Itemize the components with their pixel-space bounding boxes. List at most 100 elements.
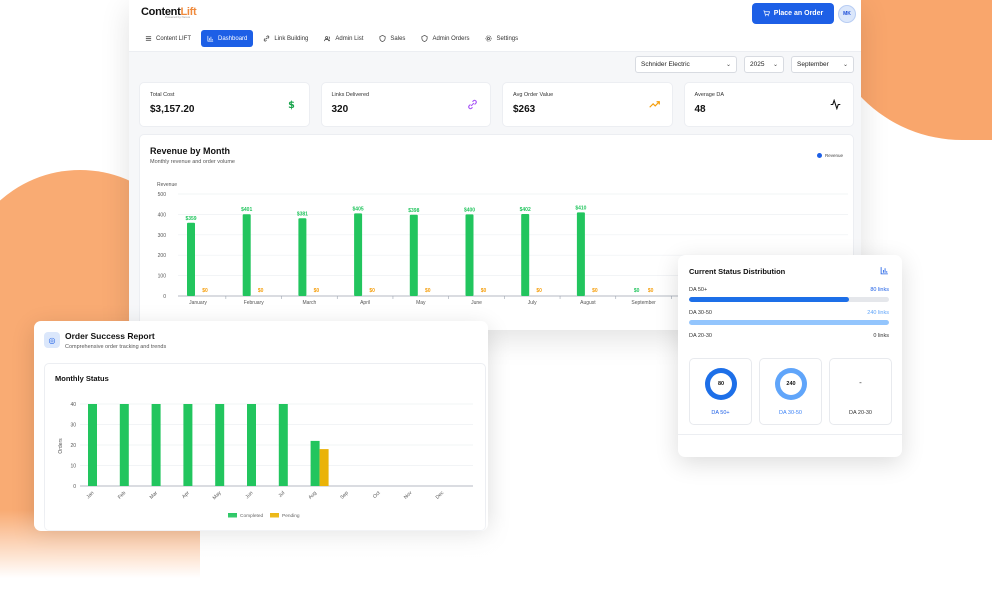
y-tick-label: 300 [158, 233, 167, 239]
stat-card-links-delivered: Links Delivered 320 [320, 82, 491, 127]
completed-bar [151, 404, 161, 486]
svg-text:$: $ [288, 100, 295, 110]
stat-value: 48 [694, 104, 706, 115]
nav-item-admin-orders[interactable]: Admin Orders [415, 30, 475, 47]
status-distribution-panel: Current Status Distribution DA 50+ 80 lin… [678, 255, 902, 457]
secondary-data-label: $0 [314, 288, 320, 294]
x-tick-label: Dec [435, 490, 446, 501]
revenue-data-label: $402 [520, 207, 531, 213]
y-axis-label: Revenue [157, 182, 177, 188]
secondary-data-label: $0 [481, 288, 487, 294]
stat-label: Links Delivered [331, 92, 370, 98]
donut-card-da-30-50[interactable]: 240 DA 30-50 [759, 358, 822, 425]
revenue-bar [409, 214, 418, 296]
revenue-data-label: $359 [185, 216, 196, 222]
donut-label: DA 50+ [711, 410, 730, 416]
status-bar-track [689, 297, 889, 302]
status-row-value: 80 links [870, 287, 889, 293]
chevron-down-icon: ⌄ [725, 62, 731, 68]
nav-label: Sales [390, 35, 406, 42]
month-select[interactable]: September ⌄ [791, 56, 854, 73]
revenue-data-label: $400 [464, 207, 475, 213]
x-tick-label: Oct [372, 490, 382, 500]
brand-tagline: Powered by Nexus [165, 15, 191, 19]
nav-item-admin-list[interactable]: Admin List [318, 30, 369, 47]
y-tick-label: 500 [158, 192, 167, 198]
bottom-fade [0, 510, 992, 590]
revenue-data-label: $0 [634, 288, 640, 294]
revenue-bar [187, 222, 195, 296]
donut-card-da-50-[interactable]: 80 DA 50+ [689, 358, 752, 425]
y-tick-label: 30 [70, 423, 76, 429]
monthly-status-card: Monthly Status Orders 0 10 20 30 40 Jan Feb Mar A… [44, 363, 486, 531]
bar-chart-icon[interactable] [880, 266, 889, 277]
x-tick-label: May [416, 300, 426, 306]
stat-value: 320 [331, 104, 349, 115]
stat-cards: Total Cost $3,157.20 $ Links Delivered 320 Av… [139, 82, 854, 127]
x-tick-label: June [471, 300, 482, 306]
donut-ring: 240 [775, 368, 807, 400]
chevron-down-icon: ⌄ [772, 62, 778, 68]
nav-item-content-lift[interactable]: Content LIFT [139, 30, 197, 47]
status-bar-fill [689, 320, 889, 325]
nav-item-link-building[interactable]: Link Building [257, 30, 314, 47]
x-tick-label: May [212, 490, 223, 501]
pending-bar [319, 449, 329, 486]
revenue-data-label: $381 [297, 211, 308, 217]
completed-bar [183, 404, 193, 486]
revenue-bar [242, 214, 251, 296]
chevron-down-icon: ⌄ [842, 62, 848, 68]
revenue-bar [465, 214, 474, 296]
nav-item-sales[interactable]: Sales [373, 30, 411, 47]
user-avatar[interactable]: MK [838, 5, 856, 23]
y-tick-label: 0 [163, 294, 166, 300]
donut-value: 80 [710, 373, 732, 395]
stat-label: Average DA [694, 92, 725, 98]
secondary-data-label: $0 [536, 288, 542, 294]
status-row-da-20-30: DA 20-30 0 links [689, 333, 889, 339]
trending-up-icon [648, 101, 660, 108]
stat-card-avg-order-value: Avg Order Value $263 [502, 82, 673, 127]
x-tick-label: Aug [307, 490, 318, 501]
revenue-data-label: $410 [575, 205, 586, 211]
donut-card-da-20-30[interactable]: - DA 20-30 [829, 358, 892, 425]
status-row-label: DA 50+ [689, 287, 708, 293]
stat-label: Total Cost [150, 92, 175, 98]
secondary-data-label: $0 [648, 288, 654, 294]
revenue-bar [298, 218, 307, 296]
x-tick-label: March [302, 300, 316, 306]
x-tick-label: Nov [403, 490, 414, 501]
nav-label: Admin Orders [432, 35, 470, 42]
status-row-value: 240 links [867, 310, 889, 316]
main-nav: Content LIFT Dashboard Link Building Admin … [139, 30, 524, 47]
shield-icon [379, 35, 386, 42]
order-title: Order Success Report [65, 331, 155, 341]
year-select[interactable]: 2025 ⌄ [744, 56, 784, 73]
completed-bar [310, 440, 320, 486]
nav-item-settings[interactable]: Settings [479, 30, 524, 47]
client-select[interactable]: Schnider Electric ⌄ [635, 56, 737, 73]
status-row-da-30-50: DA 30-50 240 links [689, 310, 889, 316]
nav-label: Content LIFT [156, 35, 192, 42]
secondary-data-label: $0 [258, 288, 264, 294]
order-success-panel: ◎ Order Success Report Comprehensive ord… [34, 321, 488, 531]
legend-dot [816, 153, 822, 158]
x-tick-label: Jun [244, 490, 254, 500]
status-bar-fill [689, 297, 849, 302]
y-tick-label: 100 [158, 274, 167, 280]
stat-value: $3,157.20 [150, 104, 195, 115]
x-tick-label: Sep [339, 490, 350, 501]
completed-bar [119, 404, 129, 486]
nav-item-dashboard[interactable]: Dashboard [201, 30, 254, 47]
monthly-status-chart: Orders 0 10 20 30 40 Jan Feb Mar Apr May Jun Jul Aug S… [58, 402, 473, 519]
y-tick-label: 0 [73, 484, 76, 490]
status-title: Current Status Distribution [689, 267, 786, 276]
completed-bar [88, 404, 97, 486]
status-row-da-50-: DA 50+ 80 links [689, 287, 889, 293]
y-tick-label: 20 [70, 443, 76, 449]
donut-ring: 80 [705, 368, 737, 400]
x-tick-label: February [244, 300, 265, 306]
secondary-data-label: $0 [369, 288, 375, 294]
place-order-button[interactable]: Place an Order [752, 3, 834, 24]
list-icon [145, 36, 152, 41]
